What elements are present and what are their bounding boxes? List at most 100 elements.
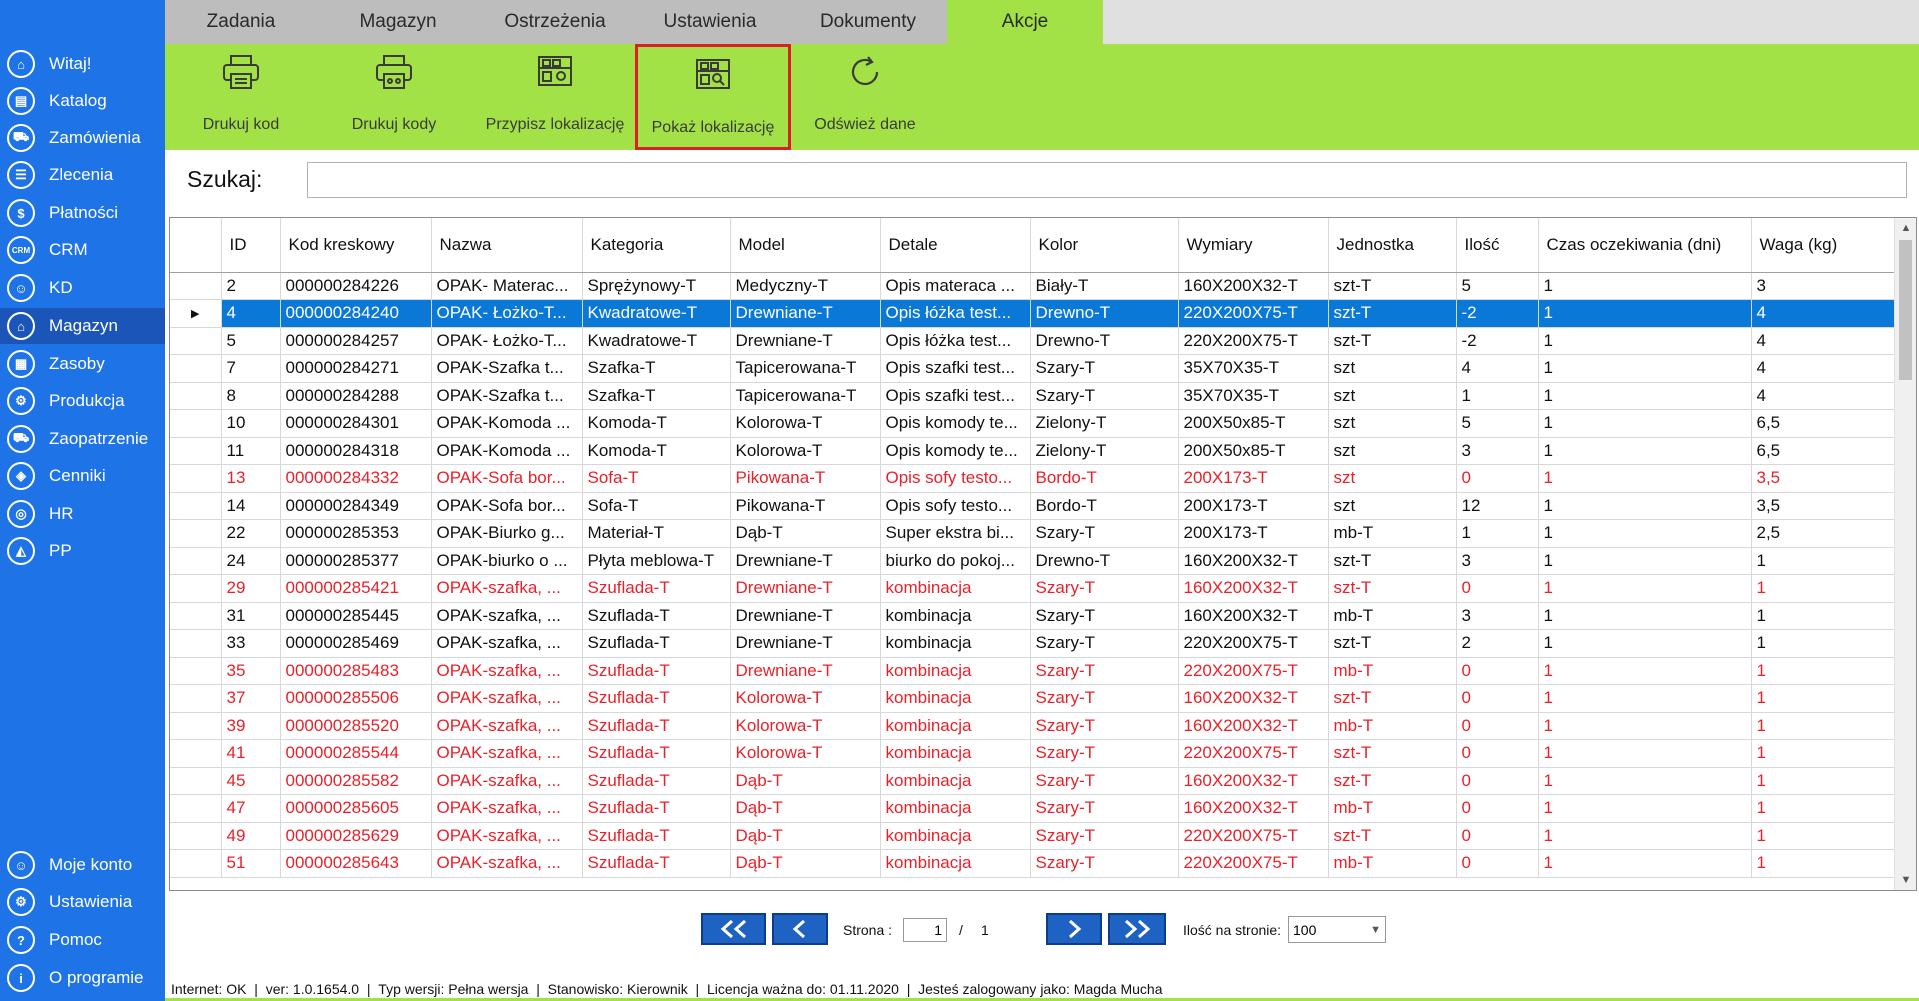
previous-page-button[interactable] — [772, 913, 828, 945]
table-cell[interactable]: 0 — [1456, 767, 1539, 795]
table-cell[interactable]: Szuflada-T — [582, 712, 731, 740]
table-cell[interactable]: 200X173-T — [1178, 519, 1329, 548]
sidebar-item-pp[interactable]: ◭ PP — [0, 533, 165, 569]
table-cell[interactable]: 33 — [221, 629, 281, 658]
table-cell[interactable]: Sprężynowy-T — [582, 272, 731, 300]
table-cell[interactable]: Szary-T — [1030, 794, 1179, 823]
table-cell[interactable]: 1 — [1538, 299, 1752, 328]
table-cell[interactable]: 000000285520 — [280, 712, 432, 740]
table-cell[interactable]: Szary-T — [1030, 657, 1179, 685]
tab-akcje[interactable]: Akcje — [947, 0, 1103, 44]
first-page-button[interactable] — [701, 913, 766, 945]
table-cell[interactable]: Szafka-T — [582, 382, 731, 410]
table-cell[interactable]: 31 — [221, 602, 281, 630]
column-header[interactable]: Ilość — [1456, 218, 1539, 273]
table-cell[interactable]: OPAK- Materac... — [431, 272, 583, 300]
row-header[interactable] — [170, 629, 222, 658]
sidebar-item-cenniki[interactable]: ◈ Cenniki — [0, 458, 165, 494]
table-cell[interactable]: 37 — [221, 684, 281, 713]
tab-magazyn[interactable]: Magazyn — [317, 0, 479, 44]
table-row[interactable]: 13 000000284332 OPAK-Sofa bor... Sofa-T Piko… — [170, 464, 1895, 493]
refresh-data-button[interactable]: Odśwież dane — [797, 44, 933, 150]
table-cell[interactable]: Opis łóżka test... — [880, 327, 1031, 355]
table-cell[interactable]: Pikowana-T — [730, 464, 881, 493]
table-cell[interactable]: 5 — [1456, 272, 1539, 300]
table-cell[interactable]: kombinacja — [880, 629, 1031, 658]
table-cell[interactable]: 29 — [221, 574, 281, 603]
sidebar-item-crm[interactable]: CRM CRM — [0, 232, 165, 268]
sidebar-item-zaopatrzenie[interactable]: ⛟ Zaopatrzenie — [0, 421, 165, 457]
row-header[interactable] — [170, 327, 222, 355]
table-cell[interactable]: 1 — [1538, 849, 1752, 878]
table-cell[interactable]: Szary-T — [1030, 684, 1179, 713]
table-cell[interactable]: Super ekstra bi... — [880, 519, 1031, 548]
table-cell[interactable]: Tapicerowana-T — [730, 354, 881, 383]
row-header[interactable] — [170, 794, 222, 823]
table-cell[interactable]: Kolorowa-T — [730, 409, 881, 438]
table-cell[interactable]: 1 — [1538, 382, 1752, 410]
table-cell[interactable]: Drewniane-T — [730, 327, 881, 355]
table-cell[interactable]: 1 — [1751, 822, 1895, 850]
table-cell[interactable]: Bordo-T — [1030, 464, 1179, 493]
table-cell[interactable]: Kolorowa-T — [730, 739, 881, 768]
table-cell[interactable]: OPAK-Sofa bor... — [431, 464, 583, 493]
table-cell[interactable]: 2,5 — [1751, 519, 1895, 548]
sidebar-item-hr[interactable]: ◎ HR — [0, 496, 165, 532]
table-cell[interactable]: 3,5 — [1751, 492, 1895, 520]
table-cell[interactable]: szt-T — [1328, 629, 1457, 658]
table-row[interactable]: 22 000000285353 OPAK-Biurko g... Materiał-T… — [170, 519, 1895, 548]
sidebar-item-produkcja[interactable]: ⚙ Produkcja — [0, 383, 165, 419]
table-cell[interactable]: 0 — [1456, 794, 1539, 823]
table-cell[interactable]: Szary-T — [1030, 629, 1179, 658]
sidebar-item-p-atno-ci[interactable]: $ Płatności — [0, 195, 165, 231]
row-header[interactable] — [170, 657, 222, 685]
table-cell[interactable]: 3 — [1456, 602, 1539, 630]
table-cell[interactable]: Kolorowa-T — [730, 437, 881, 465]
sidebar-item-kd[interactable]: ☺ KD — [0, 270, 165, 306]
table-row[interactable]: 7 000000284271 OPAK-Szafka t... Szafka-T Tap… — [170, 354, 1895, 383]
table-cell[interactable]: Szuflada-T — [582, 657, 731, 685]
table-row[interactable]: 33 000000285469 OPAK-szafka, ... Szuflada-T… — [170, 629, 1895, 658]
table-cell[interactable]: Szary-T — [1030, 849, 1179, 878]
table-cell[interactable]: 14 — [221, 492, 281, 520]
table-cell[interactable]: 1 — [1751, 657, 1895, 685]
table-cell[interactable]: szt — [1328, 354, 1457, 383]
column-header[interactable]: Kod kreskowy — [280, 218, 432, 273]
table-cell[interactable]: szt-T — [1328, 272, 1457, 300]
table-cell[interactable]: kombinacja — [880, 602, 1031, 630]
column-header[interactable]: Nazwa — [431, 218, 583, 273]
row-header[interactable] — [170, 767, 222, 795]
table-cell[interactable]: 0 — [1456, 657, 1539, 685]
table-cell[interactable]: 2 — [221, 272, 281, 300]
row-header[interactable] — [170, 464, 222, 493]
table-cell[interactable]: 4 — [1751, 327, 1895, 355]
table-cell[interactable]: 5 — [221, 327, 281, 355]
table-cell[interactable]: 0 — [1456, 739, 1539, 768]
table-cell[interactable]: Dąb-T — [730, 767, 881, 795]
table-cell[interactable]: szt — [1328, 437, 1457, 465]
table-cell[interactable]: Drewniane-T — [730, 602, 881, 630]
table-cell[interactable]: 1 — [1751, 712, 1895, 740]
column-header[interactable]: Czas oczekiwania (dni) — [1538, 218, 1752, 273]
per-page-select[interactable]: 100 ▼ — [1288, 916, 1386, 943]
table-cell[interactable]: Szary-T — [1030, 712, 1179, 740]
table-cell[interactable]: Zielony-T — [1030, 409, 1179, 438]
table-cell[interactable]: 35X70X35-T — [1178, 382, 1329, 410]
table-cell[interactable]: 220X200X75-T — [1178, 849, 1329, 878]
table-cell[interactable]: 1 — [1538, 327, 1752, 355]
table-cell[interactable]: 160X200X32-T — [1178, 574, 1329, 603]
table-cell[interactable]: Biały-T — [1030, 272, 1179, 300]
table-cell[interactable]: 1 — [1538, 437, 1752, 465]
table-cell[interactable]: szt-T — [1328, 574, 1457, 603]
table-cell[interactable]: 13 — [221, 464, 281, 493]
table-cell[interactable]: 12 — [1456, 492, 1539, 520]
table-cell[interactable]: 11 — [221, 437, 281, 465]
table-cell[interactable]: Sofa-T — [582, 464, 731, 493]
table-cell[interactable]: Dąb-T — [730, 519, 881, 548]
table-cell[interactable]: szt-T — [1328, 767, 1457, 795]
table-cell[interactable]: 200X173-T — [1178, 492, 1329, 520]
table-cell[interactable]: szt-T — [1328, 822, 1457, 850]
table-cell[interactable]: 160X200X32-T — [1178, 712, 1329, 740]
table-cell[interactable]: 220X200X75-T — [1178, 822, 1329, 850]
scroll-down-icon[interactable]: ▼ — [1895, 870, 1916, 890]
